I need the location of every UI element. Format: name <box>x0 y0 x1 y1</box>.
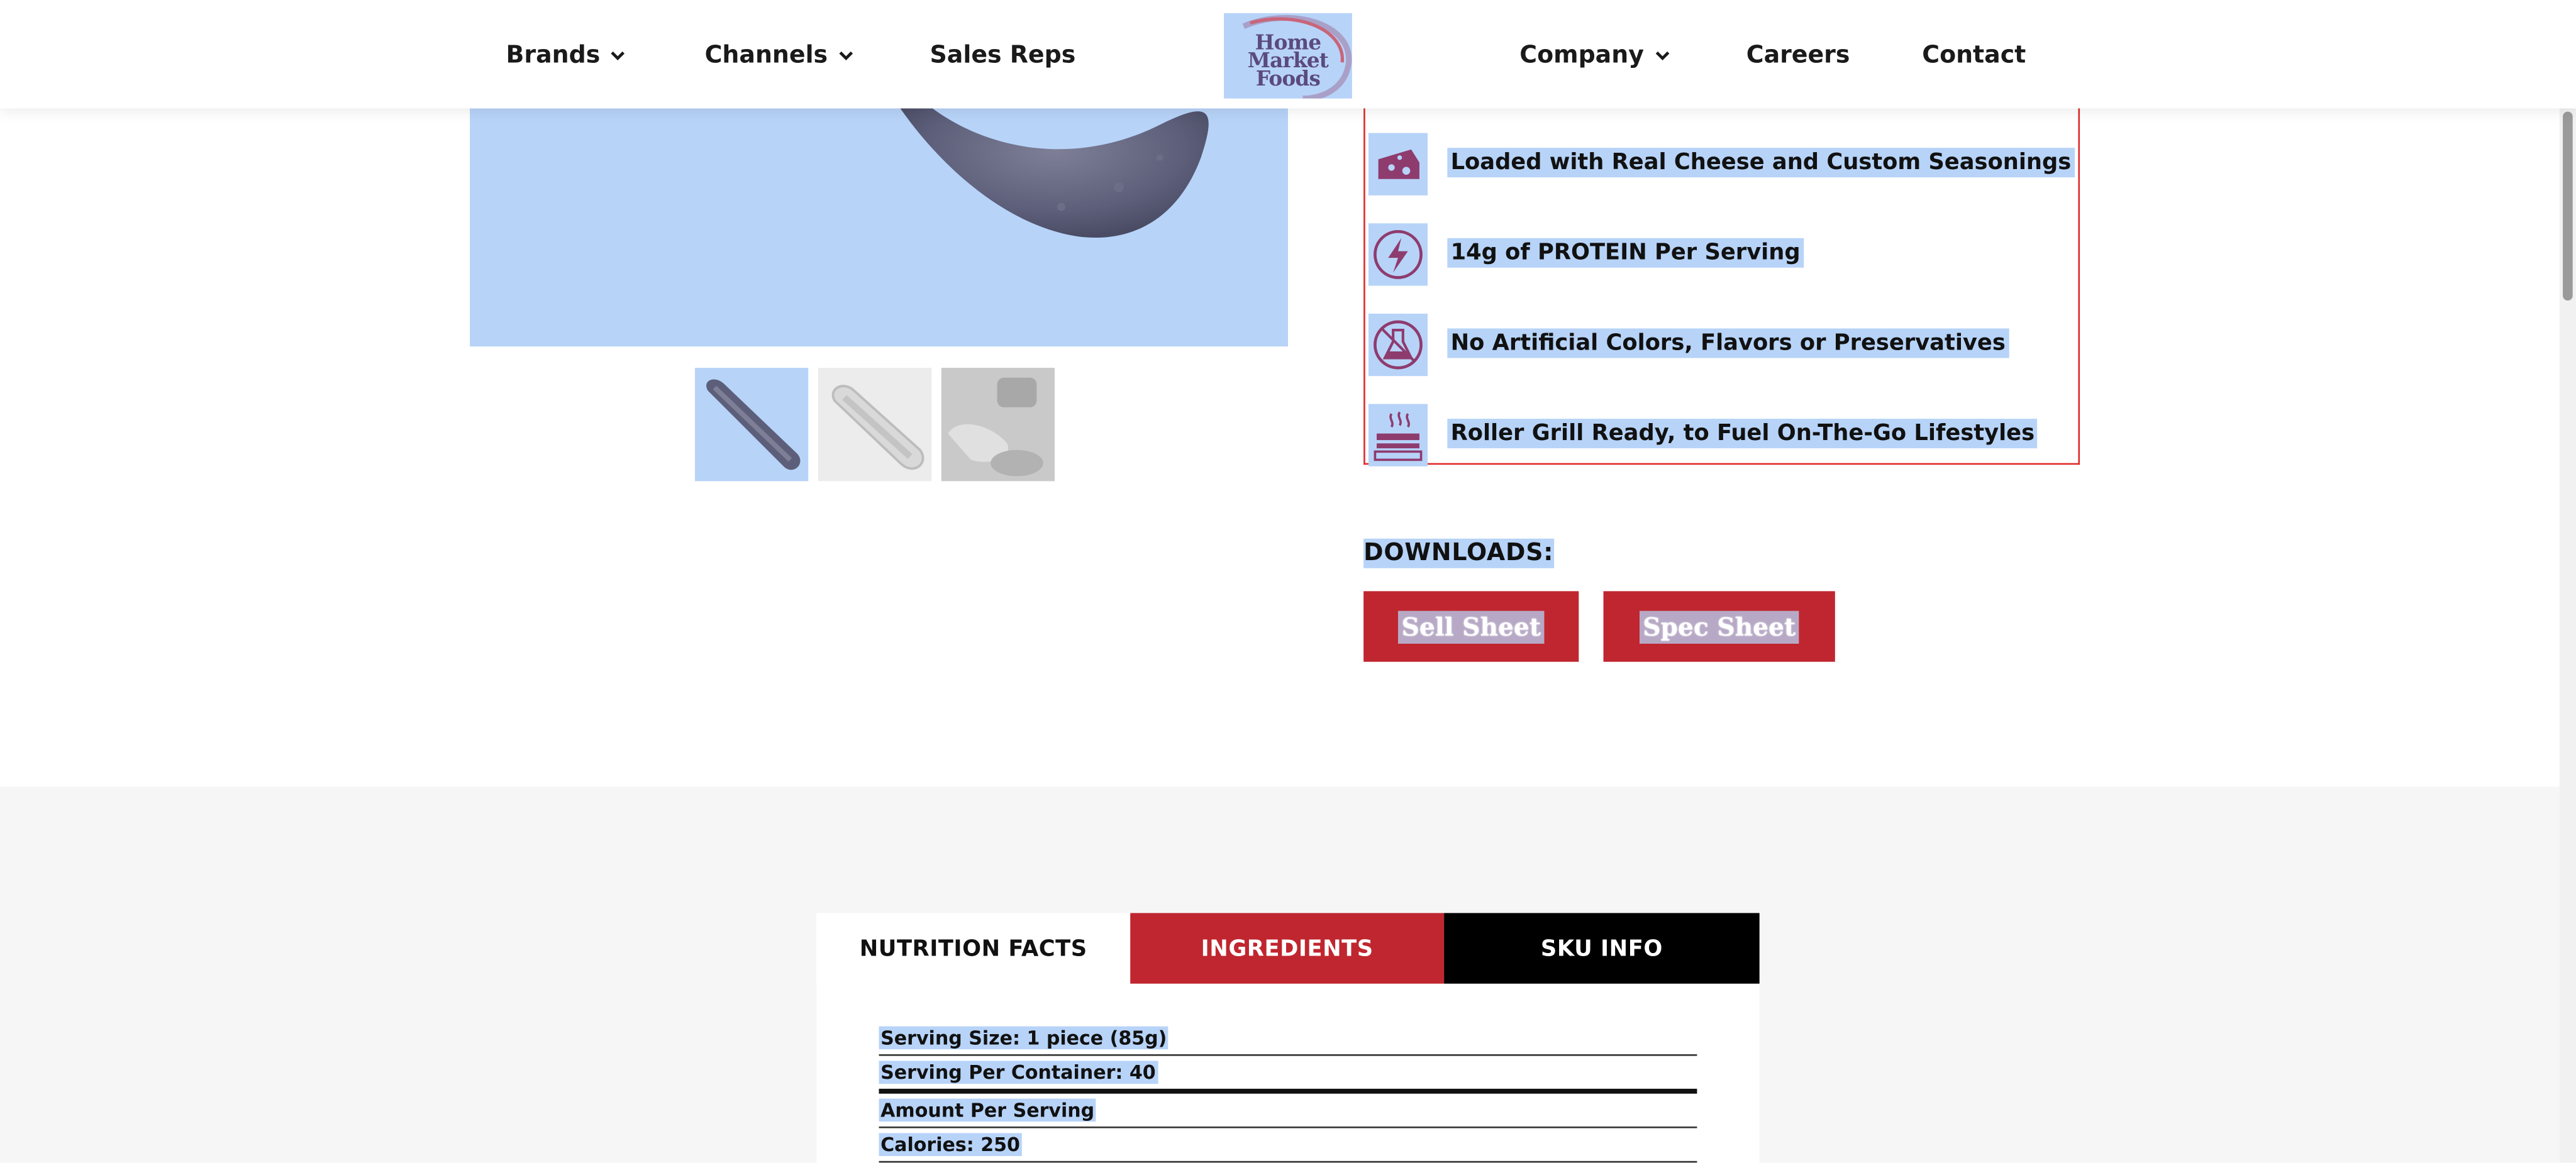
thumbnail-serving-image <box>948 377 1043 477</box>
feature-text: 14g of PROTEIN Per Serving <box>1447 238 1804 268</box>
thumbnail-2[interactable] <box>818 368 932 482</box>
thumbnail-hotdog-bun-image <box>831 385 924 470</box>
nutrition-calories: Calories: 250 <box>879 1128 1697 1163</box>
nutrition-calories-text: Calories: 250 <box>879 1133 1022 1156</box>
tab-ingredients-label: INGREDIENTS <box>1201 935 1374 962</box>
chevron-down-icon <box>839 51 853 61</box>
tab-ingredients[interactable]: INGREDIENTS <box>1130 913 1445 984</box>
chevron-down-icon <box>1655 51 1669 61</box>
lightning-bolt-icon <box>1368 223 1428 286</box>
nav-careers[interactable]: Careers <box>1746 0 1850 112</box>
nav-sales-reps-label: Sales Reps <box>930 42 1076 69</box>
home-market-foods-logo[interactable]: Home Market Foods <box>1224 13 1352 99</box>
nav-channels[interactable]: Channels <box>705 0 854 112</box>
chevron-down-icon <box>611 51 625 61</box>
nav-contact[interactable]: Contact <box>1922 0 2026 112</box>
nutrition-serving-size: Serving Size: 1 piece (85g) <box>879 1022 1697 1056</box>
nav-channels-label: Channels <box>704 42 828 69</box>
feature-text: Roller Grill Ready, to Fuel On-The-Go Li… <box>1447 419 2038 449</box>
product-sausage-image <box>900 108 1209 238</box>
downloads-title: DOWNLOADS: <box>1363 538 1554 568</box>
nutrition-amount-per-serving-text: Amount Per Serving <box>879 1098 1096 1122</box>
nav-brands-label: Brands <box>506 42 601 69</box>
feature-text: No Artificial Colors, Flavors or Preserv… <box>1447 328 2009 358</box>
sell-sheet-label: Sell Sheet <box>1398 610 1545 643</box>
thumbnail-1[interactable] <box>694 368 809 482</box>
nutrition-divider <box>879 1160 1697 1163</box>
logo-text-foods: Foods <box>1255 65 1321 91</box>
spec-sheet-button[interactable]: Spec Sheet <box>1603 591 1835 662</box>
nav-sales-reps[interactable]: Sales Reps <box>930 0 1076 112</box>
sell-sheet-button[interactable]: Sell Sheet <box>1363 591 1579 662</box>
nutrition-serving-per-container-text: Serving Per Container: 40 <box>879 1061 1158 1084</box>
nav-brands[interactable]: Brands <box>506 0 627 112</box>
product-features-box: Loaded with Real Cheese and Custom Seaso… <box>1363 98 2080 466</box>
feature-item: 14g of PROTEIN Per Serving <box>1365 223 2079 286</box>
tab-nutrition-facts-label: NUTRITION FACTS <box>859 935 1087 962</box>
feature-item: Loaded with Real Cheese and Custom Seaso… <box>1365 133 2079 196</box>
nutrition-amount-per-serving: Amount Per Serving <box>879 1094 1697 1128</box>
tab-sku-info-label: SKU INFO <box>1540 935 1663 962</box>
roller-grill-icon <box>1368 404 1428 466</box>
feature-text: Loaded with Real Cheese and Custom Seaso… <box>1447 148 2075 178</box>
nav-careers-label: Careers <box>1746 42 1850 69</box>
nav-company-label: Company <box>1519 42 1644 69</box>
product-main-image[interactable] <box>470 108 1288 347</box>
no-artificial-flask-icon <box>1368 313 1428 377</box>
tab-nutrition-facts[interactable]: NUTRITION FACTS <box>816 913 1131 984</box>
thumbnail-sausage-image <box>706 379 801 470</box>
spec-sheet-label: Spec Sheet <box>1639 610 1799 643</box>
nutrition-serving-size-text: Serving Size: 1 piece (85g) <box>879 1026 1169 1050</box>
nav-company[interactable]: Company <box>1519 0 1670 112</box>
nutrition-serving-per-container: Serving Per Container: 40 <box>879 1056 1697 1091</box>
cheese-icon <box>1368 133 1428 196</box>
page-scrollbar-thumb[interactable] <box>2563 111 2573 301</box>
feature-item: Roller Grill Ready, to Fuel On-The-Go Li… <box>1365 404 2079 466</box>
site-header: Brands Channels Sales Reps Home Market F… <box>0 0 2576 109</box>
nav-contact-label: Contact <box>1922 42 2026 69</box>
nutrition-thick-divider <box>879 1088 1697 1093</box>
tab-sku-info[interactable]: SKU INFO <box>1444 913 1760 984</box>
thumbnail-3[interactable] <box>941 368 1055 482</box>
product-info-tabs-panel: NUTRITION FACTS INGREDIENTS SKU INFO Ser… <box>816 913 1760 1163</box>
feature-item: No Artificial Colors, Flavors or Preserv… <box>1365 313 2079 377</box>
